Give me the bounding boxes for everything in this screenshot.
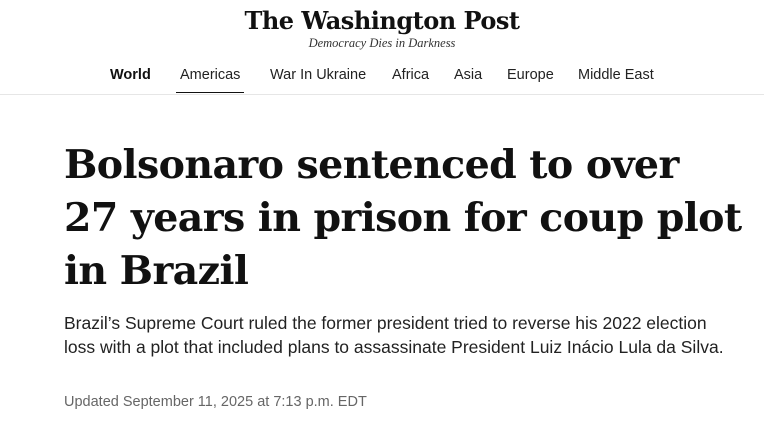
nav-item-world[interactable]: World bbox=[110, 65, 151, 85]
nav-item-europe[interactable]: Europe bbox=[507, 65, 554, 85]
site-logo[interactable]: The Washington Post bbox=[244, 6, 520, 36]
article-timestamp: Updated September 11, 2025 at 7:13 p.m. … bbox=[64, 394, 367, 410]
nav-item-middle-east[interactable]: Middle East bbox=[578, 65, 654, 85]
nav-item-americas[interactable]: Americas bbox=[176, 65, 245, 93]
section-nav: World Americas War In Ukraine Africa Asi… bbox=[0, 62, 764, 95]
article-dek: Brazil’s Supreme Court ruled the former … bbox=[64, 313, 724, 357]
article-headline: Bolsonaro sentenced to over 27 years in … bbox=[64, 142, 742, 294]
site-tagline: Democracy Dies in Darkness bbox=[308, 36, 456, 50]
nav-item-asia[interactable]: Asia bbox=[454, 65, 482, 85]
nav-item-war-in-ukraine[interactable]: War In Ukraine bbox=[270, 65, 366, 85]
masthead: The Washington Post Democracy Dies in Da… bbox=[0, 6, 764, 50]
nav-item-africa[interactable]: Africa bbox=[392, 65, 429, 85]
